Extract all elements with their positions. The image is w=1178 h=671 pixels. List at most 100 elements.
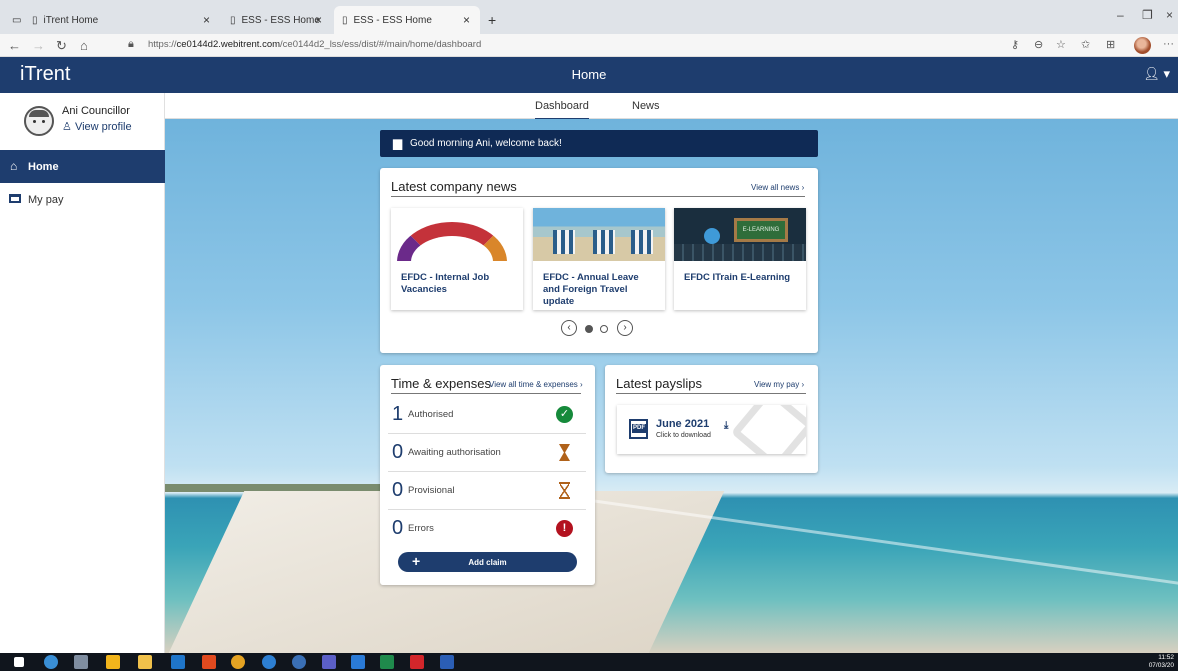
- add-claim-button[interactable]: + Add claim: [398, 552, 577, 572]
- error-icon: !: [556, 520, 573, 537]
- payslip-hint: Click to download: [656, 432, 711, 439]
- news-item[interactable]: EFDC - Internal Job Vacancies: [391, 208, 523, 310]
- forward-icon[interactable]: →: [32, 38, 45, 53]
- close-window-icon[interactable]: ×: [1166, 8, 1173, 22]
- close-icon[interactable]: ×: [203, 13, 210, 27]
- news-image: E-LEARNING: [674, 208, 806, 261]
- app-icon[interactable]: [351, 655, 365, 669]
- outlook-icon[interactable]: [171, 655, 185, 669]
- app-header: iTrent Home 👤︎ ▾: [0, 57, 1178, 93]
- collections-icon[interactable]: ⊞: [1106, 38, 1115, 51]
- status-row-errors[interactable]: 0 Errors !: [388, 510, 586, 548]
- view-all-time-expenses-link[interactable]: View all time & expenses ›: [489, 380, 583, 389]
- carousel-dot[interactable]: [600, 325, 608, 333]
- page-icon: ▯: [230, 14, 236, 26]
- status-count: 0: [392, 441, 404, 463]
- acrobat-icon[interactable]: [410, 655, 424, 669]
- news-item[interactable]: EFDC - Annual Leave and Foreign Travel u…: [533, 208, 665, 310]
- file-explorer-icon[interactable]: [138, 655, 152, 669]
- windows-start-icon[interactable]: [14, 657, 24, 667]
- app-icon[interactable]: [74, 655, 88, 669]
- sidebar-item-label: My pay: [28, 194, 64, 206]
- office-icon[interactable]: [202, 655, 216, 669]
- app-icon[interactable]: [106, 655, 120, 669]
- refresh-icon[interactable]: ↻: [56, 38, 67, 54]
- url-host: ce0144d2.webitrent.com: [176, 39, 281, 50]
- download-icon[interactable]: ⤓: [724, 420, 728, 431]
- minimize-icon[interactable]: –: [1117, 8, 1124, 22]
- user-menu-icon[interactable]: 👤︎ ▾: [1143, 66, 1170, 82]
- lock-icon[interactable]: 🔒︎: [128, 38, 134, 51]
- url-path: /ce0144d2_lss/ess/dist/#/main/home/dashb…: [280, 39, 482, 50]
- news-card-title: Latest company news: [391, 179, 517, 194]
- browser-profile-avatar[interactable]: [1134, 37, 1151, 54]
- favorites-icon[interactable]: ✩: [1081, 38, 1090, 51]
- sidebar-item-my-pay[interactable]: My pay: [0, 193, 165, 213]
- wallet-icon: [9, 194, 21, 203]
- browser-tab-active[interactable]: ▯ ESS - ESS Home ×: [334, 6, 480, 34]
- view-my-pay-link[interactable]: View my pay ›: [754, 380, 804, 389]
- news-carousel-controls: ‹ ›: [561, 318, 641, 338]
- favorite-add-icon[interactable]: ☆: [1056, 38, 1066, 51]
- os-taskbar: 11:52 07/03/20: [0, 653, 1178, 671]
- more-icon[interactable]: ···: [1163, 38, 1174, 50]
- close-icon[interactable]: ×: [463, 13, 470, 27]
- view-my-pay-label: View my pay: [754, 380, 800, 389]
- tab-dashboard[interactable]: Dashboard: [535, 100, 589, 120]
- new-tab-button[interactable]: +: [480, 6, 504, 34]
- excel-icon[interactable]: [380, 655, 394, 669]
- key-icon[interactable]: ⚷: [1011, 38, 1019, 51]
- chevron-right-icon[interactable]: ›: [617, 320, 633, 336]
- teams-icon[interactable]: [322, 655, 336, 669]
- news-item-title: EFDC - Internal Job Vacancies: [401, 272, 490, 295]
- news-item[interactable]: E-LEARNING EFDC ITrain E-Learning: [674, 208, 806, 310]
- system-clock[interactable]: 11:52 07/03/20: [1149, 654, 1174, 670]
- phone-icon[interactable]: [292, 655, 306, 669]
- payslips-title: Latest payslips: [616, 376, 702, 391]
- clock-date: 07/03/20: [1148, 662, 1174, 669]
- edge-icon[interactable]: [262, 655, 276, 669]
- word-icon[interactable]: [440, 655, 454, 669]
- news-image-graphic: [674, 244, 806, 261]
- home-icon: ⌂: [10, 159, 18, 173]
- message-icon: ▆: [393, 136, 403, 150]
- home-icon[interactable]: ⌂: [80, 38, 88, 53]
- welcome-message: Good morning Ani, welcome back!: [410, 138, 562, 149]
- pdf-watermark-icon: [730, 405, 806, 454]
- chevron-right-icon: ›: [580, 380, 583, 389]
- chrome-icon[interactable]: [231, 655, 245, 669]
- sidebar: Ani Councillor ♙︎ View profile ⌂ Home My…: [0, 93, 165, 653]
- chevron-left-icon[interactable]: ‹: [561, 320, 577, 336]
- url-prefix: https://: [148, 39, 177, 50]
- payslip-item[interactable]: PDF June 2021 Click to download ⤓: [617, 405, 806, 454]
- time-expenses-title: Time & expenses: [391, 376, 491, 391]
- clock-time: 11:52: [1158, 654, 1174, 661]
- page-icon: ▯: [32, 14, 38, 26]
- view-all-news-link[interactable]: View all news ›: [751, 183, 804, 192]
- carousel-dot-active[interactable]: [585, 325, 593, 333]
- browser-tab[interactable]: ▯ iTrent Home ×: [24, 6, 220, 34]
- status-row-awaiting[interactable]: 0 Awaiting authorisation: [388, 434, 586, 472]
- news-card: Latest company news View all news › EFDC…: [380, 168, 818, 353]
- restore-icon[interactable]: ❐: [1142, 8, 1153, 22]
- status-row-provisional[interactable]: 0 Provisional: [388, 472, 586, 510]
- news-image-graphic: [631, 230, 653, 254]
- status-row-authorised[interactable]: 1 Authorised ✓: [388, 396, 586, 434]
- sidebar-item-home[interactable]: ⌂ Home: [0, 150, 165, 183]
- zoom-icon[interactable]: ⊖: [1034, 38, 1043, 51]
- url-field[interactable]: https://ce0144d2.webitrent.com/ce0144d2_…: [148, 39, 481, 50]
- back-icon[interactable]: ←: [8, 38, 21, 53]
- status-label: Awaiting authorisation: [408, 447, 501, 458]
- browser-address-bar: ← → ↻ ⌂ 🔒︎ https://ce0144d2.webitrent.co…: [0, 34, 1178, 57]
- view-profile-link[interactable]: ♙︎ View profile: [62, 120, 132, 133]
- cortana-icon[interactable]: [44, 655, 58, 669]
- avatar[interactable]: [24, 106, 54, 136]
- status-label: Authorised: [408, 409, 454, 420]
- tab-news[interactable]: News: [632, 100, 660, 112]
- close-icon[interactable]: ×: [315, 13, 322, 27]
- browser-tab[interactable]: ▯ ESS - ESS Home ×: [222, 6, 332, 34]
- browser-tab-title: ESS - ESS Home: [241, 14, 320, 26]
- divider: [391, 393, 581, 394]
- welcome-banner: ▆ Good morning Ani, welcome back!: [380, 130, 818, 157]
- news-image-graphic: [553, 230, 575, 254]
